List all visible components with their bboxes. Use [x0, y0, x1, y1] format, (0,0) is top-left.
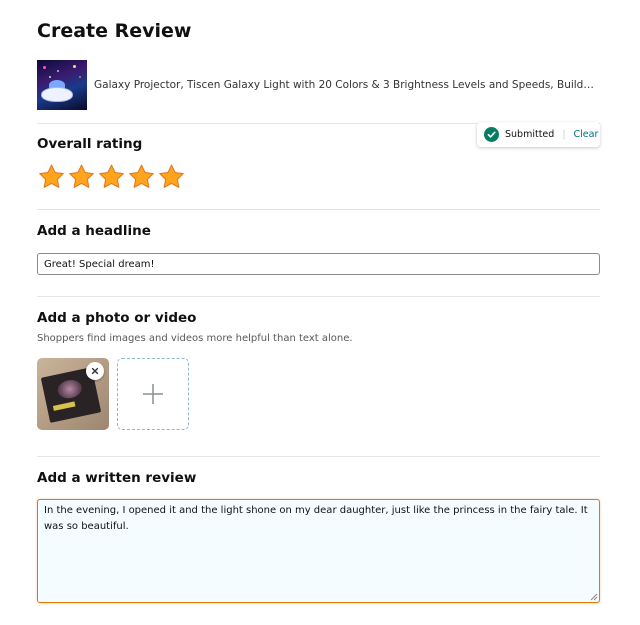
- star-icon[interactable]: [157, 163, 186, 191]
- product-row: Galaxy Projector, Tiscen Galaxy Light wi…: [37, 60, 600, 110]
- written-review-heading: Add a written review: [37, 470, 197, 486]
- overall-rating-heading: Overall rating: [37, 136, 143, 152]
- star-rating: [37, 163, 187, 191]
- check-icon: [484, 127, 499, 142]
- page-title: Create Review: [37, 20, 192, 42]
- product-image: [37, 60, 87, 110]
- headline-input[interactable]: [37, 253, 600, 275]
- divider: [37, 296, 600, 297]
- photo-video-heading: Add a photo or video: [37, 310, 197, 326]
- review-textarea[interactable]: In the evening, I opened it and the ligh…: [37, 499, 600, 603]
- plus-icon: [143, 384, 163, 404]
- headline-heading: Add a headline: [37, 223, 151, 239]
- star-icon[interactable]: [37, 163, 66, 191]
- star-icon[interactable]: [67, 163, 96, 191]
- resize-grip-icon[interactable]: [588, 591, 598, 601]
- status-separator: |: [562, 129, 566, 140]
- remove-photo-button[interactable]: [86, 362, 104, 380]
- rating-status-box: Submitted | Clear: [477, 122, 600, 147]
- add-photo-button[interactable]: [117, 358, 189, 430]
- clear-rating-link[interactable]: Clear: [574, 129, 599, 140]
- star-icon[interactable]: [127, 163, 156, 191]
- divider: [37, 209, 600, 210]
- divider: [37, 456, 600, 457]
- star-icon[interactable]: [97, 163, 126, 191]
- photo-helper-text: Shoppers find images and videos more hel…: [37, 333, 353, 344]
- product-title: Galaxy Projector, Tiscen Galaxy Light wi…: [94, 79, 594, 91]
- submitted-status: Submitted: [505, 129, 555, 140]
- close-icon: [91, 367, 99, 375]
